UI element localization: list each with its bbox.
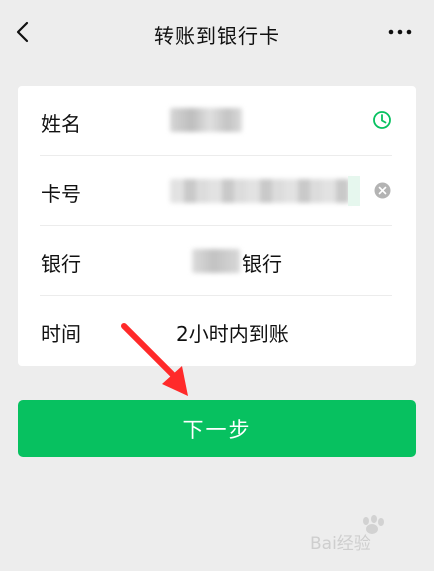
- bank-field[interactable]: 银行: [190, 246, 310, 276]
- more-dots-icon[interactable]: [388, 22, 412, 42]
- row-name[interactable]: 姓名: [18, 86, 416, 156]
- name-field[interactable]: [168, 106, 248, 134]
- row-bank[interactable]: 银行 银行: [18, 226, 416, 296]
- bank-value-suffix: 银行: [242, 252, 282, 276]
- navigation-bar: 转账到银行卡: [0, 0, 434, 66]
- watermark-logo: Bai经验: [310, 513, 410, 554]
- row-card-number[interactable]: 卡号: [18, 156, 416, 226]
- row-arrival-time: 时间 2小时内到账: [18, 296, 416, 366]
- name-label: 姓名: [41, 112, 81, 136]
- page-title: 转账到银行卡: [154, 24, 280, 48]
- time-label: 时间: [41, 322, 81, 346]
- bank-label: 银行: [41, 252, 81, 276]
- red-arrow-annotation: [121, 323, 188, 396]
- transfer-form-card: 姓名 卡号 银行 银行 时间 2小时内到账: [18, 86, 416, 366]
- card-number-label: 卡号: [41, 182, 81, 206]
- watermark-text: Bai经验: [310, 534, 371, 553]
- clear-icon[interactable]: [374, 182, 391, 199]
- clock-icon[interactable]: [372, 110, 392, 130]
- card-number-field[interactable]: [168, 176, 363, 206]
- next-step-button[interactable]: 下一步: [18, 400, 416, 457]
- baidu-paw-icon: Bai经验: [310, 515, 384, 554]
